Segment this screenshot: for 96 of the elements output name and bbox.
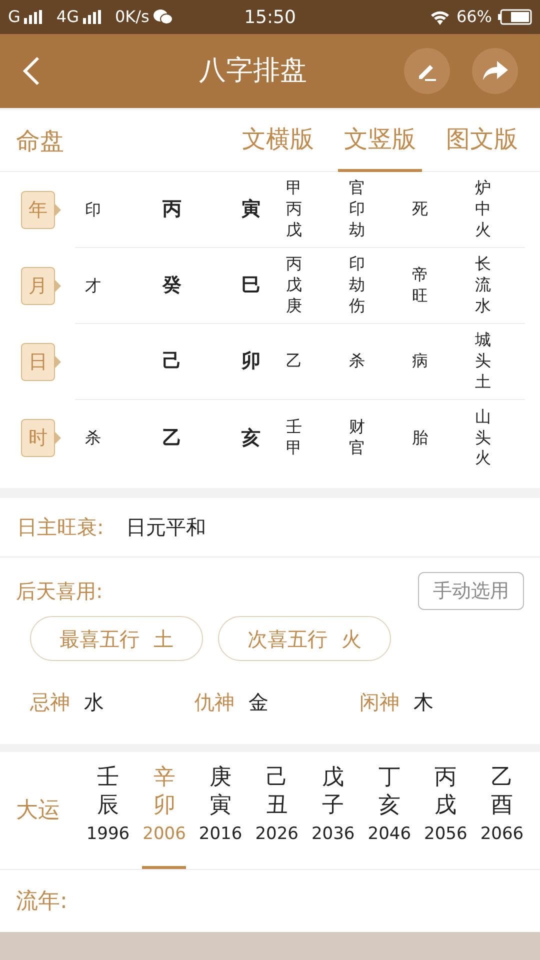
- pillar-cell-text: 印: [85, 198, 101, 220]
- network-type: 4G: [56, 6, 79, 28]
- pointer-icon: [55, 432, 61, 444]
- field-label: 后天喜用:: [16, 578, 103, 605]
- pillar-cell: 财官: [349, 417, 365, 459]
- branch-char: 辰: [97, 792, 119, 820]
- stem-char: 壬: [97, 764, 119, 792]
- battery-level: 66%: [456, 6, 492, 28]
- year-label: 2006: [142, 823, 186, 846]
- pillar-cell-text: 才: [85, 274, 101, 296]
- branch-char: 戌: [434, 792, 457, 820]
- stem-char: 丁: [378, 764, 400, 792]
- pillar-cell-text: 杀: [85, 427, 101, 449]
- luck-period-tab[interactable]: 戊 子 2036: [311, 752, 356, 869]
- pillar-cell: 死: [412, 199, 428, 220]
- god-value: 水: [84, 689, 104, 716]
- pointer-icon: [55, 204, 61, 216]
- branch-char: 卯: [153, 792, 176, 820]
- stem-char: 乙: [490, 764, 513, 792]
- pillar-cell: 印劫伤: [349, 254, 365, 317]
- god-label: 仇神: [194, 689, 235, 716]
- pillar-label: 时: [21, 419, 55, 457]
- pointer-icon: [55, 356, 61, 368]
- chip-value: 土: [154, 626, 174, 652]
- branch-char: 丑: [266, 792, 288, 820]
- stem-char: 戊: [322, 764, 344, 792]
- pillar-label: 日: [21, 343, 55, 381]
- pillar-cell: 甲丙戊: [286, 178, 302, 241]
- stem-char: 己: [266, 764, 288, 792]
- chat-icon: [153, 9, 174, 25]
- luck-period-tab[interactable]: 乙 酉 2066: [480, 752, 524, 869]
- year-label: 1996: [86, 823, 130, 846]
- pillar-cell-text: 巳: [242, 273, 260, 298]
- stem-char: 丙: [434, 764, 457, 792]
- pillar-cell-text: 亥: [242, 426, 260, 451]
- pillar-cell-text: 己: [162, 349, 182, 374]
- clock: 15:50: [243, 6, 297, 30]
- pillar-cell: 乙: [286, 351, 302, 372]
- field-value: 日元平和: [126, 514, 206, 541]
- year-label: 2016: [198, 823, 242, 846]
- chip-label: 最喜五行: [60, 626, 140, 652]
- god-value: 木: [413, 689, 434, 716]
- god-value: 金: [248, 689, 269, 716]
- pillar-cell: 官印劫: [349, 178, 365, 241]
- page-title: 八字排盘: [198, 54, 308, 88]
- year-label: 2056: [424, 823, 468, 846]
- section-label: 流年:: [16, 888, 68, 916]
- god-label: 忌神: [30, 689, 70, 716]
- field-label: 日主旺衰:: [17, 514, 104, 541]
- manual-select-button[interactable]: 手动选用: [418, 572, 524, 610]
- luck-period-tab[interactable]: 壬 辰 1996: [86, 752, 130, 869]
- pillar-cell: 城头土: [475, 330, 491, 393]
- network-speed: 0K/s: [114, 6, 150, 28]
- pillar-cell: 丙戊庚: [286, 254, 302, 317]
- pillar-cell-text: 癸: [162, 273, 182, 298]
- share-button[interactable]: [472, 48, 518, 94]
- section-label: 命盘: [16, 126, 65, 156]
- branch-char: 酉: [490, 792, 513, 820]
- back-icon: [22, 56, 40, 86]
- pillar-cell: 长流水: [475, 254, 491, 317]
- stem-char: 辛: [153, 764, 176, 792]
- chip-label: 次喜五行: [248, 626, 328, 652]
- luck-period-tab[interactable]: 庚 寅 2016: [198, 752, 243, 869]
- battery-icon: [498, 9, 532, 25]
- network-type: G: [8, 6, 20, 28]
- section-label: 大运: [16, 797, 61, 825]
- branch-char: 寅: [210, 792, 232, 820]
- pillar-cell: 胎: [412, 428, 428, 448]
- pointer-icon: [55, 280, 61, 292]
- pillar-label: 月: [21, 267, 55, 305]
- year-label: 2026: [255, 823, 298, 846]
- branch-char: 子: [322, 792, 344, 820]
- year-label: 2036: [311, 823, 355, 846]
- chip-value: 火: [342, 626, 362, 652]
- luck-period-tab[interactable]: 丁 亥 2046: [367, 752, 412, 869]
- edit-button[interactable]: [404, 48, 450, 94]
- pillar-cell: 山头火: [475, 406, 491, 470]
- branch-char: 亥: [378, 792, 400, 820]
- luck-period-tab[interactable]: 丙 戌 2056: [424, 752, 468, 869]
- luck-period-tab[interactable]: 己 丑 2026: [254, 752, 299, 869]
- pillar-cell: 帝旺: [412, 264, 428, 306]
- pillar-label: 年: [21, 191, 55, 229]
- pillar-cell-text: 寅: [242, 197, 260, 222]
- year-label: 2066: [480, 823, 524, 846]
- share-icon: [482, 61, 508, 81]
- pillar-cell-text: 卯: [242, 349, 260, 374]
- pillar-cell-text: 乙: [162, 426, 182, 451]
- stem-char: 庚: [210, 764, 232, 792]
- year-label: 2046: [368, 823, 412, 846]
- pillar-cell: 病: [412, 351, 428, 372]
- pillar-cell-text: 丙: [162, 197, 182, 222]
- pillar-cell: 杀: [349, 351, 365, 372]
- pillar-cell: 炉中火: [475, 178, 491, 241]
- pillar-cell: 壬甲: [286, 417, 302, 459]
- wifi-icon: [430, 10, 450, 24]
- god-label: 闲神: [359, 689, 400, 716]
